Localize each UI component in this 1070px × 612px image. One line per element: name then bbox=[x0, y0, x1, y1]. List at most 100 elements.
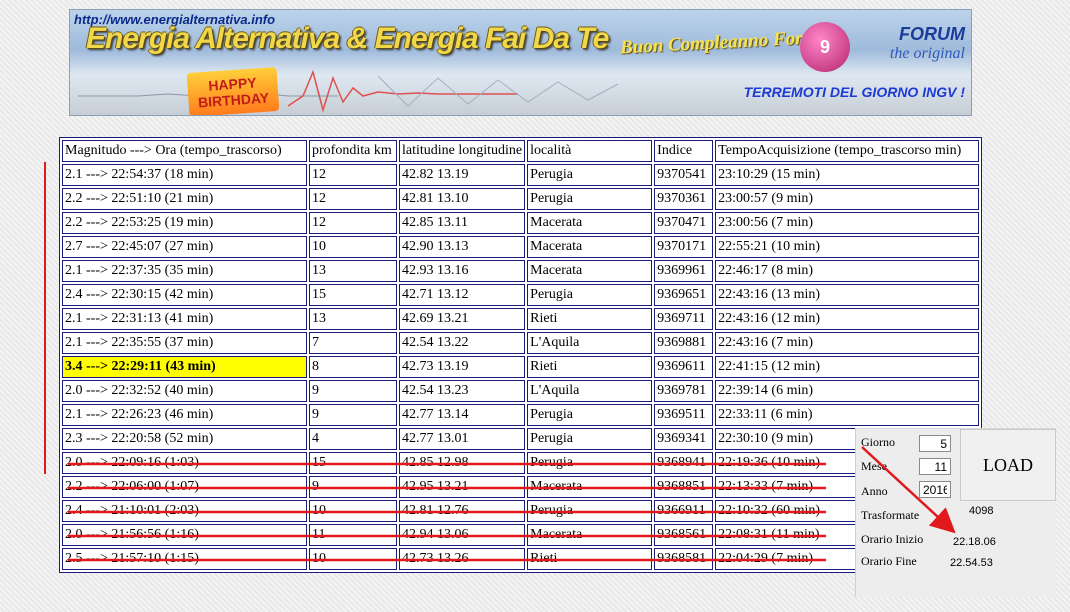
cell-indice: 9370541 bbox=[654, 164, 714, 186]
cell-localita: Macerata bbox=[527, 524, 653, 546]
forum-logo-title: FORUM bbox=[899, 24, 965, 44]
cell-latlon: 42.82 13.19 bbox=[399, 164, 526, 186]
cell-indice: 9370171 bbox=[654, 236, 714, 258]
table-row: 2.1 ---> 22:35:55 (37 min) 7 42.54 13.22 L'… bbox=[62, 332, 980, 354]
table-row: 2.1 ---> 22:54:37 (18 min) 12 42.82 13.19 P… bbox=[62, 164, 980, 186]
header-tempo-acquisizione: TempoAcquisizione (tempo_trascorso min) bbox=[715, 140, 980, 162]
cell-magnitudo: 2.1 ---> 22:35:55 (37 min) bbox=[62, 332, 307, 354]
table-row: 2.2 ---> 22:06:00 (1:07) 9 42.95 13.21 Mace… bbox=[62, 476, 980, 498]
mese-input[interactable] bbox=[919, 458, 951, 475]
header-localita: località bbox=[527, 140, 653, 162]
table-row: 2.0 ---> 22:09:16 (1:03) 15 42.85 12.98 Per… bbox=[62, 452, 980, 474]
orario-fine-value: 22.54.53 bbox=[950, 557, 993, 569]
cell-profondita: 13 bbox=[309, 260, 397, 282]
cell-profondita: 10 bbox=[309, 236, 397, 258]
cell-latlon: 42.94 13.06 bbox=[399, 524, 526, 546]
cell-profondita: 15 bbox=[309, 452, 397, 474]
cell-localita: Perugia bbox=[527, 428, 653, 450]
table-body: 2.1 ---> 22:54:37 (18 min) 12 42.82 13.19 P… bbox=[62, 164, 980, 570]
cell-magnitudo: 2.2 ---> 22:51:10 (21 min) bbox=[62, 188, 307, 210]
cell-magnitudo: 2.1 ---> 22:37:35 (35 min) bbox=[62, 260, 307, 282]
header-banner: http://www.energialternativa.info Energi… bbox=[69, 9, 972, 116]
cell-profondita: 7 bbox=[309, 332, 397, 354]
cell-indice: 9368851 bbox=[654, 476, 714, 498]
table-row: 2.3 ---> 22:20:58 (52 min) 4 42.77 13.01 Pe… bbox=[62, 428, 980, 450]
birthday-text-badge: BIRTHDAY bbox=[197, 89, 270, 111]
cell-profondita: 13 bbox=[309, 308, 397, 330]
cell-profondita: 9 bbox=[309, 476, 397, 498]
cell-tempo-acquisizione: 22:33:11 (6 min) bbox=[715, 404, 980, 426]
cell-indice: 9369341 bbox=[654, 428, 714, 450]
cell-latlon: 42.73 13.26 bbox=[399, 548, 526, 570]
banner-title: Energia Alternativa & Energia Fai Da Te bbox=[86, 22, 609, 55]
cell-magnitudo: 2.3 ---> 22:20:58 (52 min) bbox=[62, 428, 307, 450]
cell-localita: Macerata bbox=[527, 476, 653, 498]
cell-tempo-acquisizione: 22:46:17 (8 min) bbox=[715, 260, 980, 282]
cell-indice: 9369511 bbox=[654, 404, 714, 426]
orario-inizio-value: 22.18.06 bbox=[953, 536, 996, 548]
anno-input[interactable] bbox=[919, 481, 951, 498]
happy-birthday-badge: HAPPY BIRTHDAY bbox=[186, 66, 280, 115]
cell-localita: Perugia bbox=[527, 452, 653, 474]
cell-indice: 9368941 bbox=[654, 452, 714, 474]
cell-latlon: 42.77 13.01 bbox=[399, 428, 526, 450]
giorno-label: Giorno bbox=[861, 435, 895, 449]
header-profondita: profondita km bbox=[309, 140, 397, 162]
cell-indice: 9370471 bbox=[654, 212, 714, 234]
cell-tempo-acquisizione: 22:39:14 (6 min) bbox=[715, 380, 980, 402]
cell-localita: Macerata bbox=[527, 212, 653, 234]
cell-tempo-acquisizione: 23:00:56 (7 min) bbox=[715, 212, 980, 234]
table-row: 2.0 ---> 22:32:52 (40 min) 9 42.54 13.23 L'… bbox=[62, 380, 980, 402]
mese-label: Mese bbox=[861, 459, 887, 473]
trasformate-value: 4098 bbox=[969, 505, 994, 517]
cell-indice: 9368581 bbox=[654, 548, 714, 570]
forum-logo[interactable]: FORUM the original bbox=[890, 24, 965, 63]
cell-latlon: 42.85 12.98 bbox=[399, 452, 526, 474]
cell-indice: 9369961 bbox=[654, 260, 714, 282]
giorno-input[interactable] bbox=[919, 435, 951, 452]
table-row: 2.0 ---> 21:56:56 (1:16) 11 42.94 13.06 Mac… bbox=[62, 524, 980, 546]
cell-indice: 9370361 bbox=[654, 188, 714, 210]
table-row: 2.1 ---> 22:26:23 (46 min) 9 42.77 13.14 Pe… bbox=[62, 404, 980, 426]
anno-label: Anno bbox=[861, 484, 888, 498]
cell-tempo-acquisizione: 22:55:21 (10 min) bbox=[715, 236, 980, 258]
load-button[interactable]: LOAD bbox=[960, 429, 1056, 501]
cell-latlon: 42.90 13.13 bbox=[399, 236, 526, 258]
cell-tempo-acquisizione: 23:10:29 (15 min) bbox=[715, 164, 980, 186]
cell-indice: 9369651 bbox=[654, 284, 714, 306]
table-row: 3.4 ---> 22:29:11 (43 min) 8 42.73 13.19 Ri… bbox=[62, 356, 980, 378]
cell-indice: 9369881 bbox=[654, 332, 714, 354]
cell-latlon: 42.69 13.21 bbox=[399, 308, 526, 330]
cell-latlon: 42.81 12.76 bbox=[399, 500, 526, 522]
cell-magnitudo: 2.0 ---> 21:56:56 (1:16) bbox=[62, 524, 307, 546]
cell-latlon: 42.71 13.12 bbox=[399, 284, 526, 306]
table-row: 2.1 ---> 22:31:13 (41 min) 13 42.69 13.21 R… bbox=[62, 308, 980, 330]
header-latlon: latitudine longitudine bbox=[399, 140, 526, 162]
cell-magnitudo: 2.1 ---> 22:31:13 (41 min) bbox=[62, 308, 307, 330]
earthquake-table: Magnitudo ---> Ora (tempo_trascorso) pro… bbox=[59, 137, 983, 573]
cell-localita: Perugia bbox=[527, 284, 653, 306]
cell-localita: Macerata bbox=[527, 236, 653, 258]
cell-indice: 9369781 bbox=[654, 380, 714, 402]
cell-profondita: 10 bbox=[309, 500, 397, 522]
cell-tempo-acquisizione: 22:43:16 (13 min) bbox=[715, 284, 980, 306]
cell-latlon: 42.93 13.16 bbox=[399, 260, 526, 282]
cell-magnitudo: 2.2 ---> 22:06:00 (1:07) bbox=[62, 476, 307, 498]
cell-tempo-acquisizione: 23:00:57 (9 min) bbox=[715, 188, 980, 210]
cell-latlon: 42.85 13.11 bbox=[399, 212, 526, 234]
cell-magnitudo: 2.1 ---> 22:26:23 (46 min) bbox=[62, 404, 307, 426]
cell-latlon: 42.95 13.21 bbox=[399, 476, 526, 498]
cell-profondita: 15 bbox=[309, 284, 397, 306]
cell-profondita: 10 bbox=[309, 548, 397, 570]
cell-magnitudo: 2.2 ---> 22:53:25 (19 min) bbox=[62, 212, 307, 234]
cell-tempo-acquisizione: 22:43:16 (12 min) bbox=[715, 308, 980, 330]
birthday-text: Buon Compleanno Forum bbox=[619, 26, 829, 59]
cell-profondita: 12 bbox=[309, 164, 397, 186]
trasformate-label: Trasformate bbox=[861, 508, 920, 522]
cell-localita: Rieti bbox=[527, 548, 653, 570]
cell-localita: Macerata bbox=[527, 260, 653, 282]
cell-indice: 9368561 bbox=[654, 524, 714, 546]
orario-fine-label: Orario Fine bbox=[861, 554, 917, 568]
table-row: 2.1 ---> 22:37:35 (35 min) 13 42.93 13.16 M… bbox=[62, 260, 980, 282]
table-row: 2.5 ---> 21:57:10 (1:15) 10 42.73 13.26 Rie… bbox=[62, 548, 980, 570]
